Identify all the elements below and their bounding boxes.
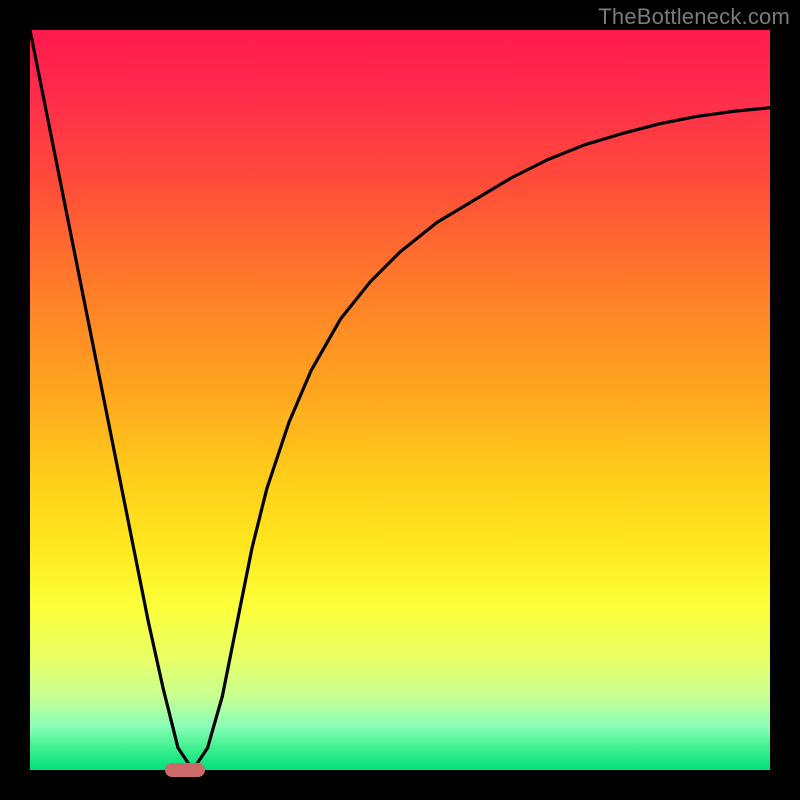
bottleneck-curve <box>30 30 770 770</box>
optimum-marker <box>165 763 205 777</box>
attribution-text: TheBottleneck.com <box>598 4 790 30</box>
plot-area <box>30 30 770 770</box>
curve-path <box>30 30 770 770</box>
chart-frame: TheBottleneck.com <box>0 0 800 800</box>
